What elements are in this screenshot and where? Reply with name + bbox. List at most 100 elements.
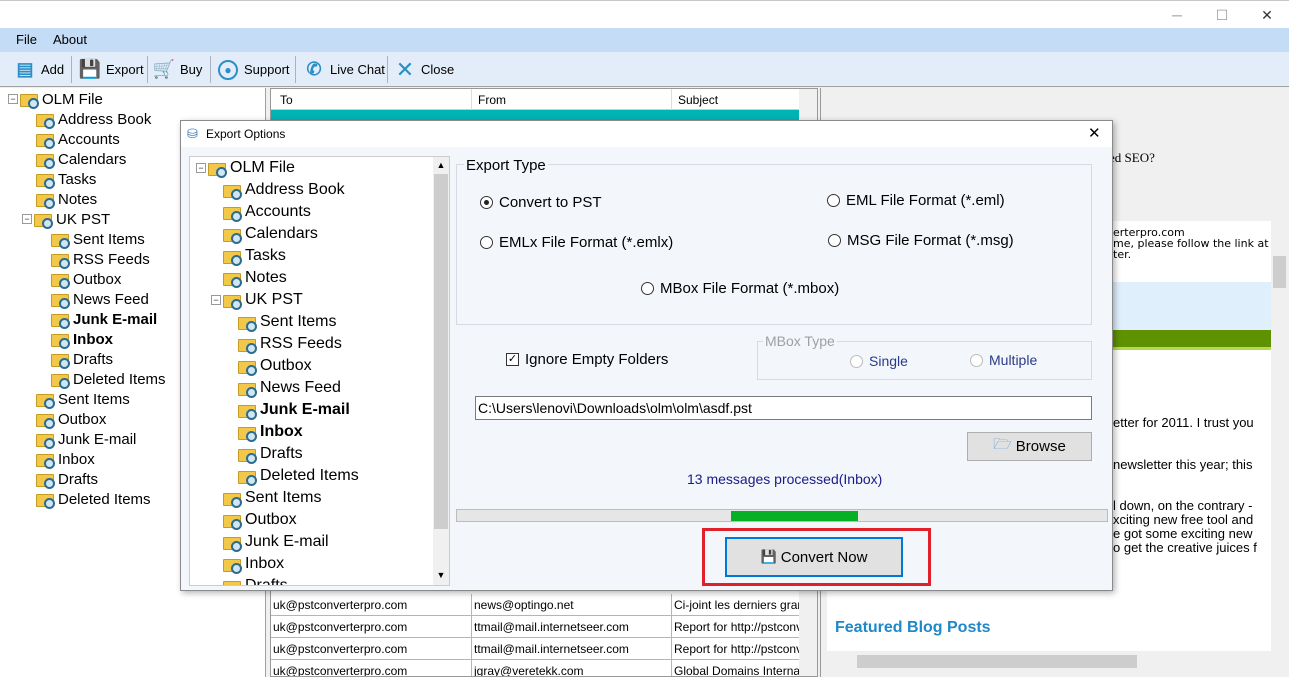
tree-item[interactable]: RSS Feeds	[51, 249, 150, 269]
tree-item[interactable]: Drafts	[51, 349, 113, 369]
table-row[interactable]: uk@pstconverterpro.com ttmail@mail.intern…	[271, 616, 799, 638]
tree-item[interactable]: Calendars	[223, 224, 318, 244]
tree-item[interactable]: Drafts	[36, 469, 98, 489]
tree-item[interactable]: Sent Items	[223, 488, 321, 508]
tree-item[interactable]: Tasks	[36, 169, 96, 189]
tree-item[interactable]: Outbox	[223, 510, 297, 530]
tree-item[interactable]: Inbox	[51, 329, 113, 349]
tree-item[interactable]: News Feed	[238, 378, 341, 398]
menu-file[interactable]: File	[16, 32, 37, 47]
tree-item[interactable]: Deleted Items	[36, 489, 151, 509]
tree-item[interactable]: Drafts	[238, 444, 303, 464]
convert-now-button[interactable]: 💾 Convert Now	[725, 537, 903, 577]
radio-convert-to-pst[interactable]: Convert to PST	[480, 194, 602, 211]
save-icon: 💾	[760, 549, 777, 564]
collapse-icon[interactable]: −	[8, 94, 18, 104]
tree-item[interactable]: News Feed	[51, 289, 149, 309]
tree-item-uk-pst[interactable]: − UK PST	[211, 290, 303, 310]
radio-msg[interactable]: MSG File Format (*.msg)	[828, 232, 1014, 249]
tree-item[interactable]: Deleted Items	[238, 466, 359, 486]
menu-about[interactable]: About	[53, 32, 87, 47]
tree-item-uk-pst[interactable]: − UK PST	[22, 209, 110, 229]
tree-item[interactable]: Junk E-mail	[36, 429, 136, 449]
tree-label: Inbox	[260, 423, 303, 440]
tree-item[interactable]: Tasks	[223, 246, 286, 266]
maximize-button[interactable]: ☐	[1202, 3, 1242, 27]
tree-label: Inbox	[58, 450, 95, 468]
window-close-button[interactable]: ✕	[1247, 3, 1287, 27]
dialog-folder-tree: − OLM File Address Book Accounts Calendar…	[189, 156, 450, 586]
table-row[interactable]: uk@pstconverterpro.com news@optingo.net Ci…	[271, 594, 799, 616]
tree-item[interactable]: Accounts	[36, 129, 120, 149]
tree-item[interactable]: Deleted Items	[51, 369, 166, 389]
tree-item[interactable]: Inbox	[36, 449, 95, 469]
tree-item[interactable]: Inbox	[223, 554, 284, 574]
featured-heading[interactable]: Featured Blog Posts	[835, 619, 991, 637]
user-support-icon: ●	[218, 59, 238, 80]
column-to[interactable]: To	[280, 93, 293, 107]
radio-multiple[interactable]: Multiple	[970, 352, 1037, 368]
dialog-close-button[interactable]: ✕	[1088, 124, 1101, 142]
support-button[interactable]: ● Support	[212, 52, 296, 87]
progress-fill	[731, 511, 858, 521]
radio-emlx[interactable]: EMLx File Format (*.emlx)	[480, 234, 673, 251]
folder-icon	[36, 492, 55, 509]
scroll-thumb[interactable]	[857, 655, 1137, 668]
browse-button[interactable]: 🗁 Browse	[967, 432, 1092, 461]
column-from[interactable]: From	[478, 93, 506, 107]
close-button[interactable]: ✕ Close	[389, 52, 460, 87]
separator	[471, 89, 472, 110]
tree-item[interactable]: Outbox	[238, 356, 312, 376]
tree-item[interactable]: Sent Items	[238, 312, 336, 332]
tree-item[interactable]: Accounts	[223, 202, 311, 222]
output-path-input[interactable]: C:\Users\lenovi\Downloads\olm\olm\asdf.p…	[475, 396, 1092, 420]
tree-item[interactable]: Address Book	[223, 180, 345, 200]
folder-icon	[238, 403, 257, 420]
tree-item[interactable]: RSS Feeds	[238, 334, 342, 354]
tree-item[interactable]: Junk E-mail	[51, 309, 157, 329]
buy-button[interactable]: 🛒 Buy	[148, 52, 208, 87]
tree-root[interactable]: − OLM File	[8, 89, 103, 109]
export-button[interactable]: 💾 Export	[74, 52, 150, 87]
tree-root[interactable]: − OLM File	[196, 158, 295, 178]
tree-item[interactable]: Notes	[36, 189, 97, 209]
tree-label: News Feed	[73, 290, 149, 308]
tree-item[interactable]: Outbox	[51, 269, 121, 289]
scroll-thumb[interactable]	[1273, 256, 1286, 288]
live-chat-button[interactable]: ✆ Live Chat	[298, 52, 391, 87]
database-icon: ⛁	[187, 126, 198, 141]
vertical-scrollbar[interactable]	[1271, 221, 1288, 646]
column-subject[interactable]: Subject	[678, 93, 718, 107]
tree-scrollbar[interactable]: ▲ ▼	[433, 157, 449, 585]
tree-item[interactable]: Address Book	[36, 109, 151, 129]
scroll-down-icon[interactable]: ▼	[433, 567, 449, 583]
table-row[interactable]: uk@pstconverterpro.com ttmail@mail.intern…	[271, 638, 799, 660]
tree-label: Outbox	[58, 410, 107, 428]
radio-single[interactable]: Single	[850, 353, 908, 369]
tree-item[interactable]: Calendars	[36, 149, 126, 169]
text-line: etter for 2011. I trust you	[1113, 415, 1254, 430]
table-row[interactable]: uk@pstconverterpro.com jgray@veretekk.com…	[271, 660, 799, 676]
tree-item[interactable]: Junk E-mail	[223, 532, 329, 552]
add-button[interactable]: ▤ Add	[9, 52, 70, 87]
radio-eml[interactable]: EML File Format (*.eml)	[827, 192, 1005, 209]
collapse-icon[interactable]: −	[196, 163, 206, 173]
tree-label: Calendars	[58, 150, 127, 168]
tree-item[interactable]: Drafts	[223, 576, 288, 585]
tree-item[interactable]: Notes	[223, 268, 287, 288]
ignore-empty-folders-checkbox[interactable]: ✓ Ignore Empty Folders	[506, 351, 668, 368]
tree-item[interactable]: Junk E-mail	[238, 400, 350, 420]
scroll-thumb[interactable]	[434, 174, 448, 529]
tree-item[interactable]: Inbox	[238, 422, 303, 442]
scroll-up-icon[interactable]: ▲	[433, 157, 449, 173]
tree-item[interactable]: Outbox	[36, 409, 106, 429]
collapse-icon[interactable]: −	[22, 214, 32, 224]
tree-label: RSS Feeds	[73, 250, 150, 268]
tree-item[interactable]: Sent Items	[51, 229, 145, 249]
tree-item[interactable]: Sent Items	[36, 389, 130, 409]
minimize-button[interactable]: ─	[1157, 3, 1197, 27]
horizontal-scrollbar[interactable]	[827, 653, 1271, 670]
tree-label: Accounts	[245, 203, 311, 220]
collapse-icon[interactable]: −	[211, 295, 221, 305]
radio-mbox[interactable]: MBox File Format (*.mbox)	[641, 280, 839, 297]
